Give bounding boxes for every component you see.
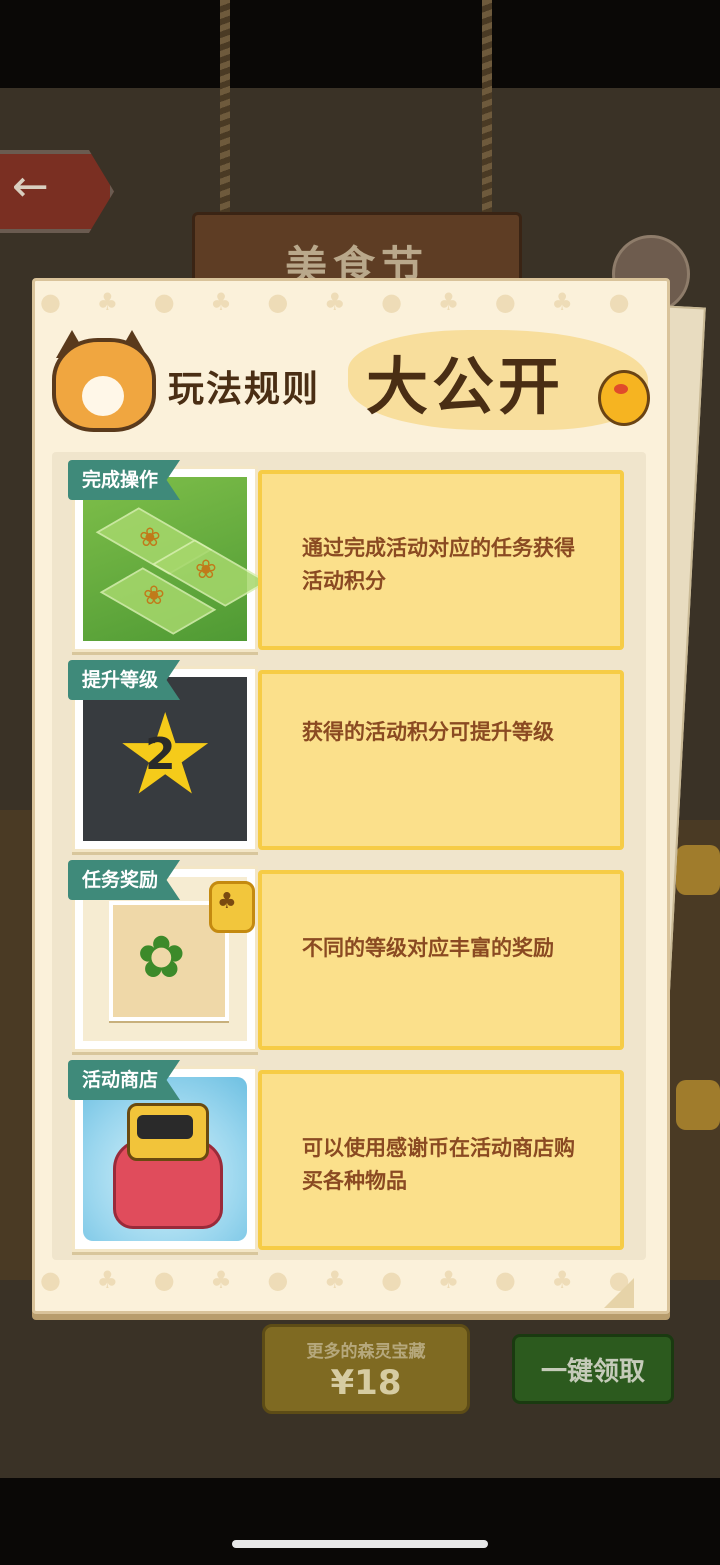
arrow-left-icon: ← [12, 161, 49, 212]
rule-description-box: 不同的等级对应丰富的奖励 [258, 870, 624, 1050]
plant-icon: ✿ [137, 923, 186, 991]
club-icon: ♣ [217, 889, 237, 914]
rule-tag: 任务奖励 [68, 860, 181, 900]
rule-tag: 提升等级 [68, 660, 181, 700]
more-treasure-button[interactable]: 更多的森灵宝藏 ¥18 [262, 1324, 470, 1414]
farm-tiles-icon: ❀ ❀ ❀ [83, 477, 269, 641]
rule-item-event-shop: 活动商店 可以使用感谢币在活动商店购买各种物品 [68, 1060, 624, 1254]
rule-item-level-up: ★ 2 提升等级 获得的活动积分可提升等级 [68, 660, 624, 854]
star-level-number: 2 [145, 729, 176, 780]
rule-item-task-rewards: ✿ ♣ 任务奖励 不同的等级对应丰富的奖励 [68, 860, 624, 1054]
robot-visor [137, 1115, 193, 1139]
rule-description-box: 通过完成活动对应的任务获得活动积分 [258, 470, 624, 650]
plant-reward-icon: ✿ ♣ [83, 877, 255, 1041]
cat-muzzle [82, 376, 124, 416]
chick-beak [614, 384, 628, 394]
sprout-icon: ❀ [139, 523, 161, 553]
sprout-icon: ❀ [143, 581, 165, 611]
sign-rope-right [482, 0, 492, 215]
claim-all-button[interactable]: 一键领取 [512, 1334, 674, 1404]
rule-description: 不同的等级对应丰富的奖励 [302, 936, 554, 960]
panel-title-small: 玩法规则 [168, 369, 321, 410]
more-treasure-label: 更多的森灵宝藏 [306, 1342, 426, 1362]
sprout-icon: ❀ [195, 555, 217, 585]
home-indicator[interactable] [232, 1540, 488, 1548]
claim-all-label: 一键领取 [540, 1357, 645, 1387]
star-level-icon: ★ 2 [83, 677, 247, 841]
lock-icon [676, 1080, 720, 1130]
pattern-band-bottom: ● ♣ ● ♣ ● ♣ ● ♣ ● ♣ ● ♣ ● ♣ [40, 1266, 660, 1294]
rule-description: 获得的活动积分可提升等级 [302, 720, 554, 744]
bottom-letterbox [0, 1478, 720, 1565]
page-corner-fold [604, 1278, 634, 1308]
top-letterbox [0, 0, 720, 88]
pattern-band-top: ● ♣ ● ♣ ● ♣ ● ♣ ● ♣ ● ♣ ● ♣ [40, 288, 660, 316]
rule-description-box: 获得的活动积分可提升等级 [258, 670, 624, 850]
panel-title-big: 大公开 [366, 350, 565, 423]
chick-mascot-icon [598, 370, 650, 426]
rule-description-box: 可以使用感谢币在活动商店购买各种物品 [258, 1070, 624, 1250]
rule-item-complete-tasks: ❀ ❀ ❀ 完成操作 通过完成活动对应的任务获得活动积分 [68, 460, 624, 654]
rule-description: 通过完成活动对应的任务获得活动积分 [302, 536, 575, 593]
sign-rope-left [220, 0, 230, 215]
lock-icon [676, 845, 720, 895]
more-treasure-price: ¥18 [330, 1363, 402, 1403]
rule-tag: 活动商店 [68, 1060, 181, 1100]
background-left-panel [0, 810, 34, 1280]
rule-tag: 完成操作 [68, 460, 181, 500]
rule-description: 可以使用感谢币在活动商店购买各种物品 [302, 1136, 575, 1193]
